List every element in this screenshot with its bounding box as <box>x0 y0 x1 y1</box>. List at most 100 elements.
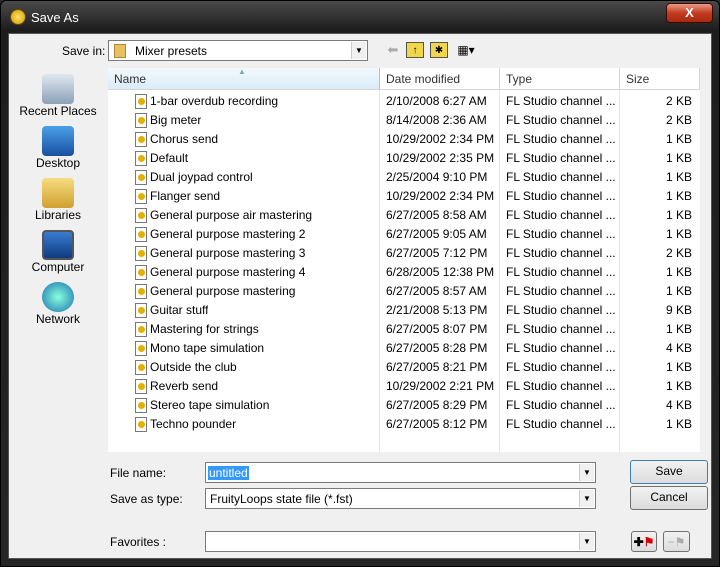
up-folder-icon[interactable]: ↑ <box>406 42 424 58</box>
fst-file-icon <box>135 322 147 337</box>
favorites-select[interactable]: ▼ <box>205 531 596 552</box>
save-in-value: Mixer presets <box>135 44 208 58</box>
add-favorite-button[interactable]: ✚⚑ <box>631 531 657 552</box>
place-label: Computer <box>31 260 85 274</box>
file-type: FL Studio channel ... <box>506 360 616 374</box>
file-name: Flanger send <box>150 189 221 203</box>
column-header-name[interactable]: Name ▲ <box>108 67 380 90</box>
column-header-size[interactable]: Size <box>620 68 700 90</box>
file-row[interactable]: Flanger send 10/29/2002 2:34 PM FL Studi… <box>108 187 700 206</box>
chevron-down-icon[interactable]: ▼ <box>579 490 594 507</box>
fst-file-icon <box>135 284 147 299</box>
file-row[interactable]: General purpose mastering 4 6/28/2005 12… <box>108 263 700 282</box>
file-date: 6/27/2005 8:21 PM <box>386 360 488 374</box>
file-row[interactable]: Default 10/29/2002 2:35 PM FL Studio cha… <box>108 149 700 168</box>
file-name-input[interactable]: untitled ▼ <box>205 462 596 483</box>
file-row[interactable]: 1-bar overdub recording 2/10/2008 6:27 A… <box>108 92 700 111</box>
sort-ascending-icon: ▲ <box>238 67 246 76</box>
remove-favorite-button[interactable]: −⚑ <box>663 531 690 552</box>
file-row[interactable]: Mastering for strings 6/27/2005 8:07 PM … <box>108 320 700 339</box>
file-type: FL Studio channel ... <box>506 113 616 127</box>
file-row[interactable]: General purpose mastering 3 6/27/2005 7:… <box>108 244 700 263</box>
add-flag-icon: ✚⚑ <box>633 535 655 549</box>
file-name: Default <box>150 151 189 165</box>
file-type: FL Studio channel ... <box>506 94 616 108</box>
file-type: FL Studio channel ... <box>506 246 616 260</box>
file-name: Mono tape simulation <box>150 341 265 355</box>
file-name: General purpose mastering 4 <box>150 265 306 279</box>
fst-file-icon <box>135 360 147 375</box>
save-in-combo[interactable]: Mixer presets ▼ <box>108 40 368 61</box>
file-row[interactable]: General purpose mastering 6/27/2005 8:57… <box>108 282 700 301</box>
file-date: 2/21/2008 5:13 PM <box>386 303 488 317</box>
file-row[interactable]: Reverb send 10/29/2002 2:21 PM FL Studio… <box>108 377 700 396</box>
file-size: 2 KB <box>665 94 692 108</box>
place-desktop[interactable]: Desktop <box>18 126 98 170</box>
new-folder-icon[interactable]: ✱ <box>430 42 448 58</box>
column-header-date[interactable]: Date modified <box>380 68 500 90</box>
file-row[interactable]: Techno pounder 6/27/2005 8:12 PM FL Stud… <box>108 415 700 434</box>
file-list[interactable]: Name ▲ Date modified Type Size 1-bar over… <box>108 67 700 452</box>
close-button[interactable]: X <box>666 3 713 23</box>
file-name: General purpose mastering 2 <box>150 227 306 241</box>
fst-file-icon <box>135 113 147 128</box>
save-button[interactable]: Save <box>630 460 708 484</box>
save-in-label: Save in: <box>62 44 106 58</box>
chevron-down-icon[interactable]: ▼ <box>579 533 594 550</box>
file-row[interactable]: Big meter 8/14/2008 2:36 AM FL Studio ch… <box>108 111 700 130</box>
view-menu-icon[interactable]: ▦▾ <box>453 42 479 58</box>
file-row[interactable]: General purpose air mastering 6/27/2005 … <box>108 206 700 225</box>
file-type: FL Studio channel ... <box>506 208 616 222</box>
file-size: 1 KB <box>665 170 692 184</box>
save-as-type-value: FruityLoops state file (*.fst) <box>210 492 353 506</box>
file-type: FL Studio channel ... <box>506 151 616 165</box>
chevron-down-icon[interactable]: ▼ <box>579 464 594 481</box>
file-row[interactable]: Dual joypad control 2/25/2004 9:10 PM FL… <box>108 168 700 187</box>
file-row[interactable]: Guitar stuff 2/21/2008 5:13 PM FL Studio… <box>108 301 700 320</box>
file-name: General purpose mastering 3 <box>150 246 306 260</box>
place-label: Libraries <box>34 208 82 222</box>
fst-file-icon <box>135 379 147 394</box>
file-date: 10/29/2002 2:34 PM <box>386 189 495 203</box>
file-date: 6/27/2005 8:29 PM <box>386 398 488 412</box>
file-row[interactable]: Chorus send 10/29/2002 2:34 PM FL Studio… <box>108 130 700 149</box>
file-date: 10/29/2002 2:21 PM <box>386 379 495 393</box>
file-size: 1 KB <box>665 151 692 165</box>
file-name-label: File name: <box>110 466 167 480</box>
libraries-icon <box>42 178 74 208</box>
place-libraries[interactable]: Libraries <box>18 178 98 222</box>
file-date: 2/10/2008 6:27 AM <box>386 94 487 108</box>
file-size: 1 KB <box>665 417 692 431</box>
file-date: 6/27/2005 8:58 AM <box>386 208 487 222</box>
file-row[interactable]: Mono tape simulation 6/27/2005 8:28 PM F… <box>108 339 700 358</box>
file-name: Techno pounder <box>150 417 237 431</box>
save-as-type-select[interactable]: FruityLoops state file (*.fst) ▼ <box>205 488 596 509</box>
file-date: 6/27/2005 8:57 AM <box>386 284 487 298</box>
file-size: 9 KB <box>665 303 692 317</box>
cancel-button[interactable]: Cancel <box>630 486 708 510</box>
file-type: FL Studio channel ... <box>506 341 616 355</box>
file-type: FL Studio channel ... <box>506 227 616 241</box>
fst-file-icon <box>135 246 147 261</box>
favorites-label: Favorites : <box>110 535 167 549</box>
file-size: 1 KB <box>665 265 692 279</box>
file-name: Outside the club <box>150 360 237 374</box>
place-recent-places[interactable]: Recent Places <box>18 74 98 118</box>
file-date: 10/29/2002 2:35 PM <box>386 151 495 165</box>
place-label: Recent Places <box>19 104 97 118</box>
remove-flag-icon: −⚑ <box>667 535 686 549</box>
file-size: 1 KB <box>665 208 692 222</box>
chevron-down-icon[interactable]: ▼ <box>351 42 366 59</box>
folder-icon <box>114 44 126 58</box>
place-computer[interactable]: Computer <box>18 230 98 274</box>
file-row[interactable]: Outside the club 6/27/2005 8:21 PM FL St… <box>108 358 700 377</box>
column-header-type[interactable]: Type <box>500 68 620 90</box>
file-size: 2 KB <box>665 113 692 127</box>
file-row[interactable]: General purpose mastering 2 6/27/2005 9:… <box>108 225 700 244</box>
file-size: 2 KB <box>665 246 692 260</box>
file-row[interactable]: Stereo tape simulation 6/27/2005 8:29 PM… <box>108 396 700 415</box>
file-name: Big meter <box>150 113 202 127</box>
back-arrow-icon[interactable]: ⬅ <box>384 42 402 58</box>
place-network[interactable]: Network <box>18 282 98 326</box>
fst-file-icon <box>135 189 147 204</box>
